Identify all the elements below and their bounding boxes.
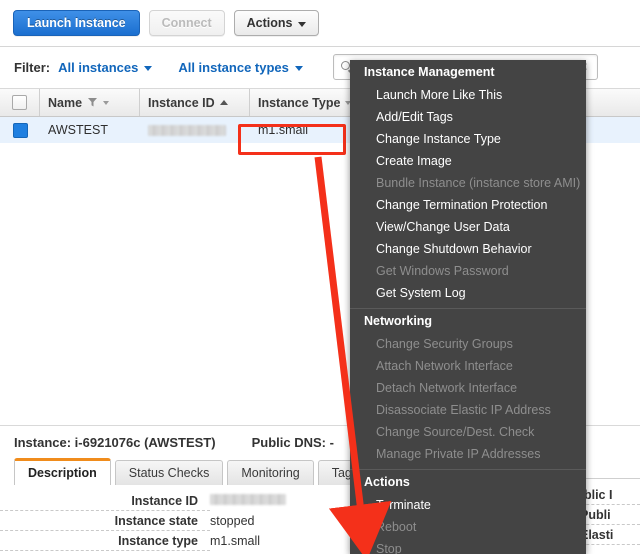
all-instance-types-dropdown-label: All instance types bbox=[178, 59, 289, 75]
actions-button-label: Actions bbox=[246, 16, 293, 30]
chevron-down-icon bbox=[144, 65, 153, 71]
filter-label: Filter: bbox=[14, 59, 51, 75]
menu-item-manage-private-ip-addresses: Manage Private IP Addresses bbox=[376, 447, 541, 461]
menu-item-create-image[interactable]: Create Image bbox=[350, 150, 586, 172]
property-key: Instance ID bbox=[0, 492, 210, 511]
menu-item-change-termination-protection[interactable]: Change Termination Protection bbox=[350, 194, 586, 216]
all-instance-types-dropdown[interactable]: All instance types bbox=[178, 60, 303, 75]
chevron-down-icon[interactable] bbox=[103, 100, 110, 105]
row-checkbox[interactable] bbox=[12, 122, 28, 138]
menu-item-bundle-instance: Bundle Instance (instance store AMI) bbox=[376, 176, 581, 190]
select-all-checkbox[interactable] bbox=[12, 95, 27, 110]
menu-item-change-source-dest-check: Change Source/Dest. Check bbox=[376, 425, 535, 439]
menu-item-terminate[interactable]: Terminate bbox=[350, 494, 586, 516]
menu-item-change-shutdown-behavior[interactable]: Change Shutdown Behavior bbox=[350, 238, 586, 260]
select-all-header[interactable] bbox=[0, 89, 40, 116]
launch-instance-button[interactable]: Launch Instance bbox=[13, 10, 140, 36]
chevron-down-icon bbox=[298, 21, 307, 27]
menu-item-change-instance-type[interactable]: Change Instance Type bbox=[350, 128, 586, 150]
toolbar: Launch Instance Connect Actions bbox=[0, 0, 640, 46]
menu-item-disassociate-elastic-ip-address: Disassociate Elastic IP Address bbox=[376, 403, 551, 417]
tab-status-checks[interactable]: Status Checks bbox=[114, 460, 224, 485]
menu-item-stop: Stop bbox=[376, 542, 402, 554]
chevron-down-icon bbox=[294, 65, 303, 71]
menu-item-view-change-user-data[interactable]: View/Change User Data bbox=[350, 216, 586, 238]
menu-section-title-instance-management: Instance Management bbox=[364, 65, 495, 79]
menu-item-add-edit-tags[interactable]: Add/Edit Tags bbox=[350, 106, 586, 128]
all-instances-dropdown-label: All instances bbox=[58, 59, 139, 75]
column-header-name-label: Name bbox=[48, 95, 83, 110]
redacted-instance-id bbox=[148, 124, 226, 136]
property-key: Instance type bbox=[0, 532, 210, 551]
menu-section-title-actions: Actions bbox=[364, 475, 410, 489]
tab-description[interactable]: Description bbox=[14, 458, 111, 485]
column-header-instance-type-label: Instance Type bbox=[258, 95, 341, 110]
menu-item-launch-more-like-this[interactable]: Launch More Like This bbox=[350, 84, 586, 106]
menu-item-attach-network-interface: Attach Network Interface bbox=[376, 359, 513, 373]
property-value: stopped bbox=[210, 514, 255, 528]
column-header-instance-id[interactable]: Instance ID bbox=[140, 89, 250, 116]
column-header-instance-id-label: Instance ID bbox=[148, 95, 215, 110]
menu-item-get-windows-password: Get Windows Password bbox=[376, 264, 509, 278]
column-header-name[interactable]: Name bbox=[40, 89, 140, 116]
property-value bbox=[210, 494, 286, 508]
connect-button: Connect bbox=[148, 10, 225, 36]
menu-item-change-security-groups: Change Security Groups bbox=[376, 337, 513, 351]
filter-funnel-icon[interactable] bbox=[87, 97, 98, 108]
cell-instance-id bbox=[140, 117, 250, 143]
menu-item-reboot: Reboot bbox=[376, 520, 417, 534]
row-select-cell[interactable] bbox=[0, 117, 40, 143]
actions-context-menu[interactable]: Instance Management Launch More Like Thi… bbox=[350, 60, 586, 554]
detail-public-dns: Public DNS: - bbox=[251, 435, 334, 450]
menu-section-title-networking: Networking bbox=[364, 314, 433, 328]
tab-monitoring[interactable]: Monitoring bbox=[227, 460, 314, 485]
cell-name: AWSTEST bbox=[48, 123, 108, 137]
sort-ascending-icon[interactable] bbox=[219, 100, 228, 105]
actions-button[interactable]: Actions bbox=[233, 10, 320, 36]
ec2-console-window: Launch Instance Connect Actions Filter: … bbox=[0, 0, 640, 554]
property-key: Instance state bbox=[0, 512, 210, 531]
all-instances-dropdown[interactable]: All instances bbox=[58, 59, 153, 75]
redacted-instance-id bbox=[210, 494, 286, 505]
detail-instance-title: Instance: i-6921076c (AWSTEST) bbox=[14, 435, 216, 450]
menu-item-get-system-log[interactable]: Get System Log bbox=[350, 282, 586, 304]
property-value: m1.small bbox=[210, 534, 261, 548]
menu-item-detach-network-interface: Detach Network Interface bbox=[376, 381, 518, 395]
